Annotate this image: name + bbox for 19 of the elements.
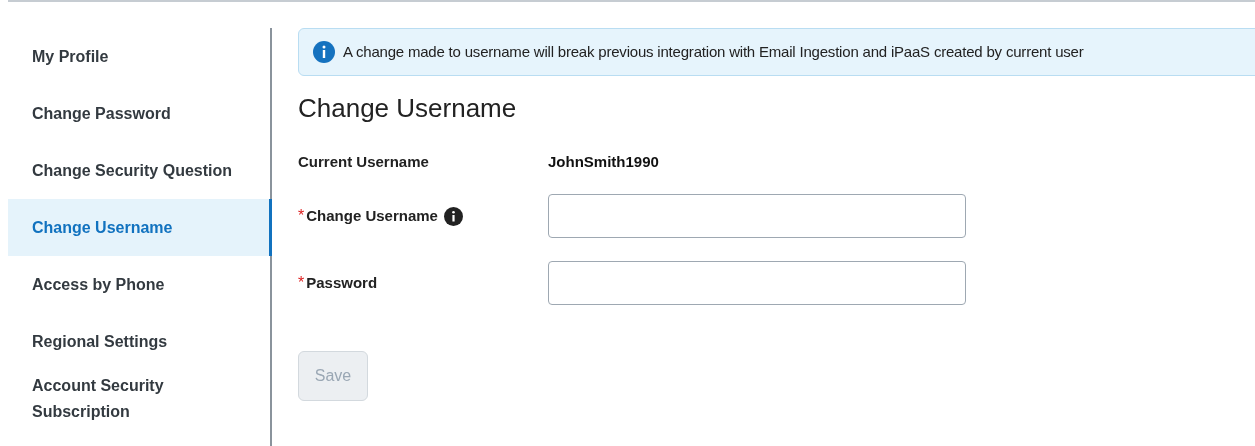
sidebar-item[interactable]: Change Username <box>8 199 272 256</box>
field-label: Password <box>306 272 378 293</box>
banner-text: A change made to username will break previous integration with Email Ingestion and iPaaS created by current user <box>343 41 1084 62</box>
sidebar-item[interactable]: Regional Settings <box>8 313 272 370</box>
text-input[interactable] <box>548 194 966 238</box>
field-label: Current Username <box>298 151 430 172</box>
current-username: JohnSmith1990 <box>548 151 659 172</box>
required-asterisk: * <box>298 273 305 293</box>
sidebar-item[interactable]: Change Password <box>8 85 272 142</box>
sidebar-item[interactable]: My Profile <box>8 28 272 85</box>
info-icon[interactable] <box>443 206 463 226</box>
sidebar-item[interactable]: Change Security Question <box>8 142 272 199</box>
sidebar-item[interactable]: Access by Phone <box>8 256 272 313</box>
page-title: Change Username <box>298 92 517 125</box>
required-asterisk: * <box>298 206 305 226</box>
sidebar-item[interactable]: Account Security Subscription <box>8 370 272 427</box>
text-input[interactable] <box>548 261 966 305</box>
info-icon <box>313 41 335 63</box>
field-label: Change Username <box>306 205 438 226</box>
